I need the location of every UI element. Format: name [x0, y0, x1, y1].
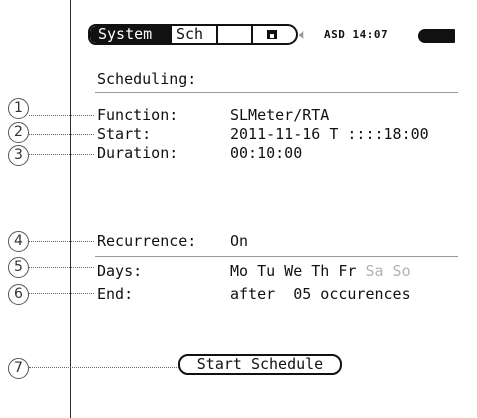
- days-value[interactable]: Mo Tu We Th Fr Sa So: [230, 263, 411, 280]
- end-value[interactable]: after 05 occurences: [230, 286, 411, 303]
- callout-5: 5: [8, 257, 29, 278]
- duration-label: Duration:: [97, 144, 179, 162]
- tab-system[interactable]: System: [90, 26, 172, 43]
- speaker-icon: 🔈︎: [299, 27, 308, 43]
- function-value[interactable]: SLMeter/RTA: [230, 107, 329, 124]
- callout-1: 1: [8, 98, 29, 119]
- recurrence-value[interactable]: On: [230, 233, 248, 250]
- divider: [95, 256, 458, 257]
- days-active[interactable]: Mo Tu We Th Fr: [230, 262, 356, 280]
- recurrence-label: Recurrence:: [97, 232, 197, 250]
- start-label: Start:: [97, 125, 152, 143]
- days-inactive[interactable]: Sa So: [365, 262, 410, 280]
- leader-line: [29, 267, 94, 268]
- callout-2: 2: [8, 122, 29, 143]
- start-value[interactable]: 2011-11-16 T ::::18:00: [230, 126, 429, 143]
- screen-edge-line: [70, 0, 71, 418]
- floppy-disk-icon: [267, 30, 277, 39]
- callout-7: 7: [8, 358, 29, 379]
- status-text: ASD 14:07: [324, 28, 389, 41]
- callout-6: 6: [8, 284, 29, 305]
- leader-line: [29, 241, 94, 242]
- tab-empty[interactable]: [218, 26, 253, 43]
- tab-sch[interactable]: Sch: [172, 26, 218, 43]
- leader-line: [29, 367, 179, 368]
- callout-3: 3: [8, 145, 29, 166]
- leader-line: [29, 134, 94, 135]
- scheduling-title: Scheduling:: [97, 70, 197, 88]
- function-label: Function:: [97, 106, 179, 124]
- end-label: End:: [97, 285, 134, 303]
- save-tab[interactable]: [253, 26, 291, 43]
- leader-line: [29, 293, 94, 294]
- duration-value[interactable]: 00:10:00: [230, 145, 302, 162]
- leader-line: [29, 115, 94, 116]
- divider: [95, 92, 458, 93]
- leader-line: [29, 154, 94, 155]
- callout-4: 4: [8, 231, 29, 252]
- battery-icon: [418, 29, 455, 43]
- start-schedule-button[interactable]: Start Schedule: [178, 354, 342, 375]
- days-label: Days:: [97, 262, 143, 280]
- tab-bar: System Sch: [88, 24, 298, 45]
